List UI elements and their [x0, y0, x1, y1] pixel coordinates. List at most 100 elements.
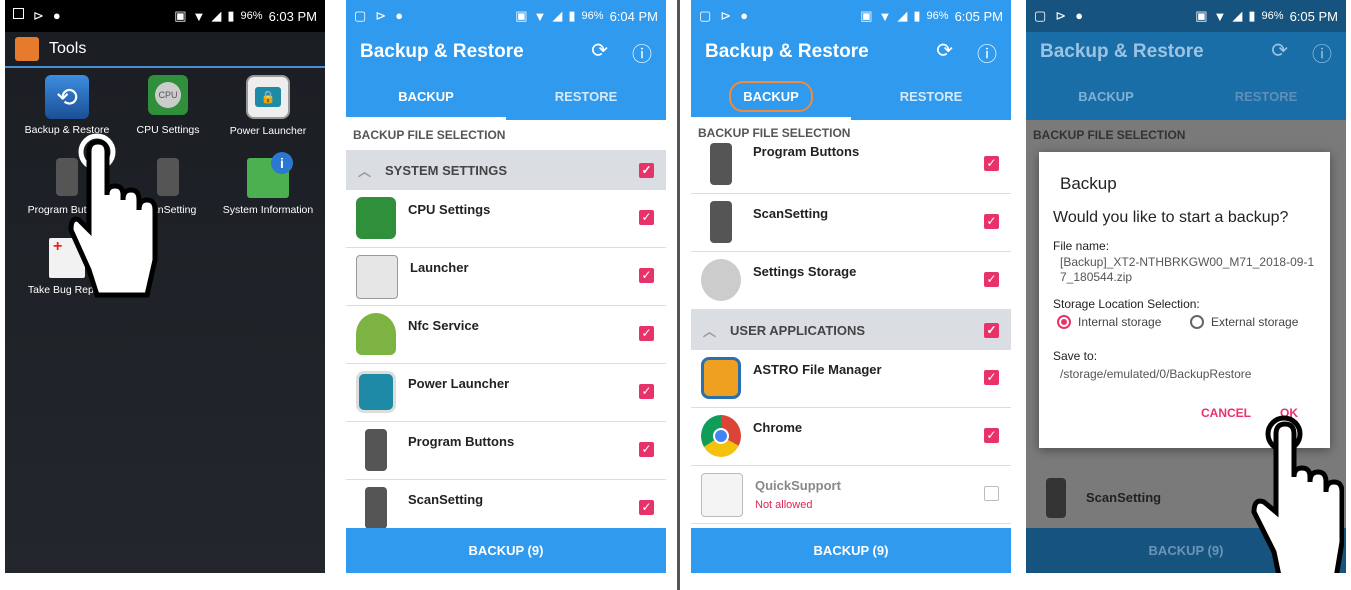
list-item[interactable]: ASTRO File Manager ✓ — [691, 350, 1011, 408]
item-label: Launcher — [410, 260, 469, 275]
item-label: Nfc Service — [408, 318, 479, 333]
list-item[interactable]: CPU Settings ✓ — [346, 190, 666, 248]
scan-setting-icon — [365, 487, 387, 529]
not-allowed-text: Not allowed — [755, 499, 813, 511]
scan-setting-icon — [157, 158, 179, 196]
radio-external[interactable]: External storage — [1190, 315, 1298, 329]
item-label: ScanSetting — [753, 206, 829, 221]
section-header: BACKUP FILE SELECTION — [1026, 120, 1346, 150]
group-label: USER APPLICATIONS — [730, 322, 866, 338]
item-checkbox[interactable]: ✓ — [984, 214, 999, 229]
power-launcher-icon: 🔒 — [246, 75, 290, 119]
tab-restore: RESTORE — [1234, 88, 1298, 104]
item-label-wrap: QuickSupport Not allowed — [755, 478, 841, 511]
app-cpu-settings[interactable]: CPU CPU Settings — [118, 75, 218, 136]
tab-backup-highlight: BACKUP — [729, 80, 813, 112]
info-icon[interactable]: ⓘ — [632, 38, 652, 67]
item-checkbox[interactable]: ✓ — [639, 210, 654, 225]
tap-hand-icon — [1251, 415, 1344, 573]
tab-backup: BACKUP — [1078, 88, 1134, 104]
status-bar: ⊳ ● ▣ ▼ ◢ ▮ 96% 6:03 PM — [5, 0, 325, 32]
signal-icon: ◢ — [211, 8, 222, 23]
file-name-value: [Backup]_XT2-NTHBRKGW00_M71_2018-09-17_1… — [1060, 255, 1315, 284]
tab-restore[interactable]: RESTORE — [851, 72, 1011, 120]
tab-restore[interactable]: RESTORE — [506, 72, 666, 120]
info-icon[interactable]: ⓘ — [977, 38, 997, 67]
app-backup-restore[interactable]: ⟲ Backup & Restore — [17, 75, 117, 136]
tab-bar: BACKUP RESTORE — [346, 72, 666, 120]
android-icon — [356, 313, 396, 355]
list-item[interactable]: Power Launcher ✓ — [346, 364, 666, 422]
cpu-icon: CPU — [148, 75, 188, 115]
chrome-icon — [701, 415, 741, 457]
backup-dialog: Backup Would you like to start a backup?… — [1039, 152, 1330, 448]
refresh-icon[interactable]: ⟳ — [591, 38, 608, 67]
backup-screen-1: ▢ ⊳ ● ▣ ▼ ◢ ▮ 96% 6:04 PM Backup & Restore ⟳ … — [346, 0, 666, 573]
radio-unselected-icon[interactable] — [1190, 315, 1204, 329]
radio-label: Internal storage — [1078, 315, 1162, 329]
list-item[interactable]: Program Buttons ✓ — [691, 136, 1011, 194]
app-label: System Information — [222, 204, 314, 216]
chevron-up-icon[interactable]: ︿ — [703, 321, 716, 340]
chevron-up-icon[interactable]: ︿ — [358, 161, 371, 180]
tap-hand-icon — [68, 133, 158, 298]
item-checkbox[interactable]: ✓ — [984, 428, 999, 443]
backup-button[interactable]: BACKUP (9) — [691, 528, 1011, 573]
android-notif-icon: ● — [52, 8, 61, 23]
item-label: Settings Storage — [753, 264, 857, 279]
item-checkbox[interactable]: ✓ — [639, 442, 654, 457]
tab-backup[interactable]: BACKUP — [346, 72, 506, 120]
item-checkbox[interactable]: ✓ — [984, 156, 999, 171]
folder-header: Tools — [5, 32, 325, 68]
item-checkbox[interactable]: ✓ — [639, 326, 654, 341]
tab-backup[interactable]: BACKUP — [691, 72, 851, 120]
group-label: SYSTEM SETTINGS — [385, 162, 508, 178]
backup-button[interactable]: BACKUP (9) — [346, 528, 666, 573]
battery-level: 96% — [926, 10, 949, 22]
dialog-question: Would you like to start a backup? — [1053, 209, 1289, 226]
save-to-label: Save to: — [1053, 349, 1098, 363]
battery-level: 96% — [581, 10, 604, 22]
group-checkbox[interactable]: ✓ — [984, 322, 999, 338]
group-system-settings[interactable]: ︿ SYSTEM SETTINGS ✓ — [346, 150, 666, 190]
list-item[interactable]: Program Buttons ✓ — [346, 422, 666, 480]
radio-selected-icon[interactable] — [1057, 315, 1071, 329]
list-item[interactable]: Nfc Service ✓ — [346, 306, 666, 364]
item-checkbox[interactable]: ✓ — [639, 500, 654, 515]
folder-icon — [701, 357, 741, 399]
status-bar: ▢ ⊳ ● ▣ ▼ ◢ ▮ 96% 6:04 PM — [346, 0, 666, 32]
list-item[interactable]: Launcher ✓ — [346, 248, 666, 306]
clock: 6:03 PM — [268, 8, 317, 24]
group-user-applications[interactable]: ︿ USER APPLICATIONS ✓ — [691, 310, 1011, 350]
item-label: CPU Settings — [408, 202, 491, 217]
radio-internal[interactable]: Internal storage — [1057, 315, 1161, 329]
refresh-icon[interactable]: ⟳ — [936, 38, 953, 67]
group-checkbox[interactable]: ✓ — [639, 162, 654, 178]
list-item: QuickSupport Not allowed — [691, 466, 1011, 524]
item-label: Power Launcher — [408, 376, 510, 391]
radio-label: External storage — [1211, 315, 1299, 329]
list-item[interactable]: ScanSetting ✓ — [691, 194, 1011, 252]
info-icon: ⓘ — [1312, 43, 1332, 66]
panel-divider — [677, 0, 680, 590]
item-checkbox[interactable]: ✓ — [639, 384, 654, 399]
app-bar: Backup & Restore ⟳ ⓘ — [346, 32, 666, 72]
gallery-icon — [13, 8, 24, 19]
item-label: Program Buttons — [753, 144, 860, 159]
battery-icon: ▮ — [227, 8, 235, 23]
section-header: BACKUP FILE SELECTION — [353, 128, 506, 142]
scan-setting-icon — [1046, 477, 1066, 518]
list-item[interactable]: Chrome ✓ — [691, 408, 1011, 466]
item-checkbox[interactable]: ✓ — [639, 268, 654, 283]
app-power-launcher[interactable]: 🔒 Power Launcher — [218, 75, 318, 137]
item-checkbox[interactable]: ✓ — [984, 272, 999, 287]
app-label: Power Launcher — [229, 125, 307, 137]
app-system-information[interactable]: i System Information — [218, 152, 318, 216]
tab-bar: BACKUP RESTORE — [691, 72, 1011, 120]
clock: 6:05 PM — [954, 8, 1003, 24]
item-checkbox[interactable]: ✓ — [984, 370, 999, 385]
list-item[interactable]: Settings Storage ✓ — [691, 252, 1011, 310]
app-title: Backup & Restore — [705, 41, 869, 62]
scan-setting-icon — [710, 201, 732, 243]
storage-label: Storage Location Selection: — [1053, 297, 1200, 311]
